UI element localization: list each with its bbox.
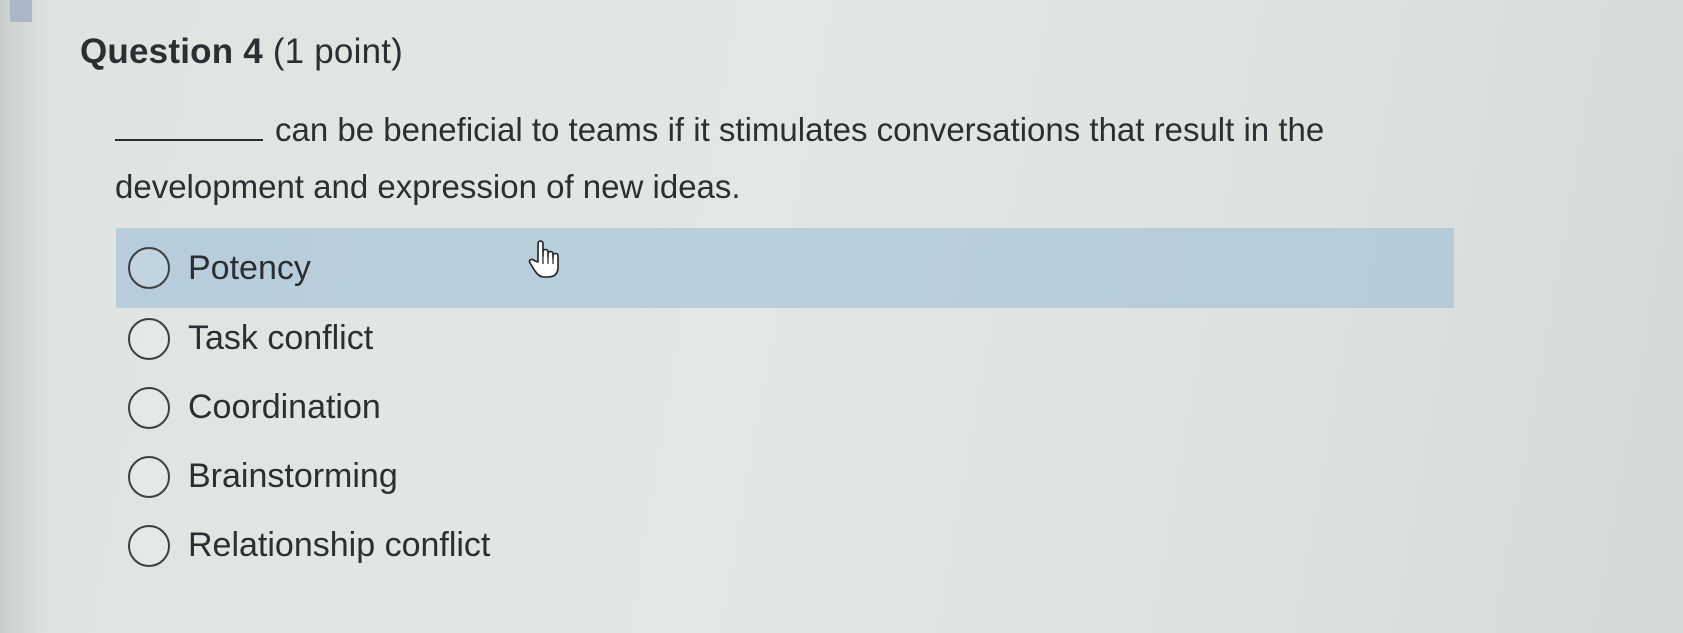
radio-button[interactable]: [128, 455, 170, 498]
question-number: Question 4: [80, 32, 263, 71]
left-tab-marker: [10, 0, 32, 22]
question-points: (1 point): [272, 32, 404, 71]
option-label: Task conflict: [188, 319, 374, 357]
answer-options: Potency Task conflict Coordination Brain…: [116, 228, 1454, 580]
option-brainstorming[interactable]: Brainstorming: [116, 442, 1454, 511]
fill-in-blank: [115, 109, 263, 141]
option-label: Brainstorming: [188, 457, 398, 495]
option-label: Coordination: [188, 388, 381, 426]
option-relationship-conflict[interactable]: Relationship conflict: [116, 511, 1454, 580]
option-label: Relationship conflict: [188, 526, 491, 564]
radio-button[interactable]: [128, 386, 170, 429]
option-potency[interactable]: Potency: [116, 228, 1454, 308]
hand-pointer-icon: [528, 240, 559, 278]
question-prompt: can be beneficial to teams if it stimula…: [115, 101, 1435, 215]
radio-button[interactable]: [128, 524, 170, 567]
option-coordination[interactable]: Coordination: [116, 373, 1454, 442]
radio-button[interactable]: [128, 317, 170, 360]
option-label: Potency: [188, 248, 311, 287]
left-edge-panel: [0, 0, 52, 633]
question-title: Question 4 (1 point): [80, 32, 403, 72]
option-task-conflict[interactable]: Task conflict: [116, 304, 1454, 373]
prompt-text: can be beneficial to teams if it stimula…: [115, 111, 1325, 205]
radio-button[interactable]: [128, 247, 170, 289]
